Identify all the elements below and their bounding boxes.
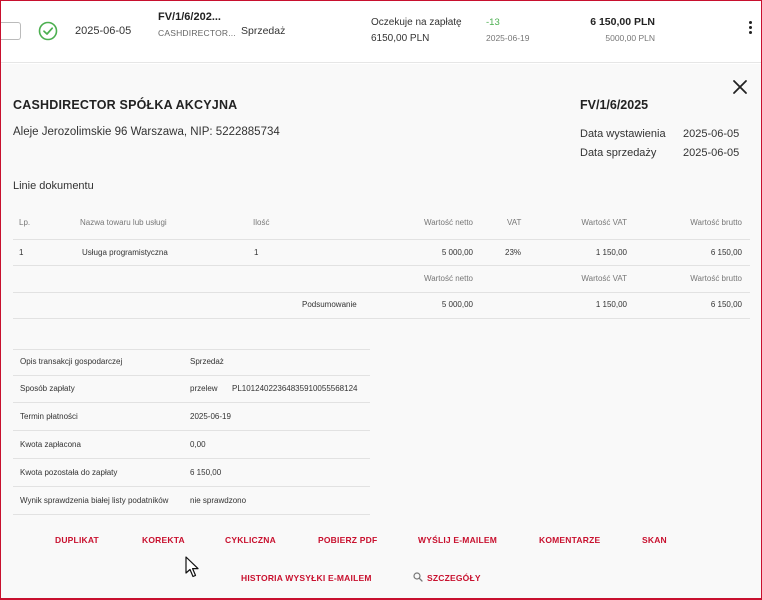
summary-vat-value: 1 150,00 xyxy=(595,300,627,309)
row-gross-amount: 6 150,00 PLN xyxy=(590,16,655,28)
document-lines-title: Linie dokumentu xyxy=(13,180,94,192)
details-button[interactable]: SZCZEGÓŁY xyxy=(413,572,481,583)
row-contractor: CASHDIRECTOR... xyxy=(158,28,236,38)
scan-button[interactable]: SKAN xyxy=(642,535,667,545)
info-label: Termin płatności xyxy=(20,412,78,421)
cell-name: Usługa programistyczna xyxy=(82,248,168,257)
row-days-overdue: -13 xyxy=(486,17,500,28)
seller-address: Aleje Jerozolimskie 96 Warszawa, NIP: 52… xyxy=(13,126,280,138)
col-header-vat-value: Wartość VAT xyxy=(581,218,627,227)
col-header-name: Nazwa towaru lub usługi xyxy=(80,218,167,227)
info-value: 0,00 xyxy=(190,440,206,449)
row-issue-date: 2025-06-05 xyxy=(75,25,132,37)
cell-qty: 1 xyxy=(254,248,259,257)
info-label: Opis transakcji gospodarczej xyxy=(20,357,123,366)
details-button-label: SZCZEGÓŁY xyxy=(427,573,481,583)
sale-date-value: 2025-06-05 xyxy=(683,147,740,159)
info-value: 2025-06-19 xyxy=(190,412,231,421)
row-invoice-number: FV/1/6/202... xyxy=(158,11,221,23)
col-header-qty: Ilość xyxy=(253,218,270,227)
summary-net: 5 000,00 xyxy=(441,300,473,309)
summary-header-gross: Wartość brutto xyxy=(690,274,742,283)
row-net-amount: 5000,00 PLN xyxy=(605,33,655,43)
cell-net: 5 000,00 xyxy=(441,248,473,257)
info-label: Wynik sprawdzenia białej listy podatnikó… xyxy=(20,496,169,505)
row-checkbox[interactable] xyxy=(1,22,21,40)
cell-lp: 1 xyxy=(19,248,24,257)
invoice-details-panel xyxy=(1,64,761,598)
duplicate-button[interactable]: DUPLIKAT xyxy=(55,535,99,545)
summary-gross: 6 150,00 xyxy=(710,300,742,309)
row-payment-status: Oczekuje na zapłatę xyxy=(371,17,462,28)
cell-vat: 23% xyxy=(505,248,522,257)
email-history-button[interactable]: HISTORIA WYSYŁKI E-MAILEM xyxy=(241,573,372,583)
cell-gross: 6 150,00 xyxy=(710,248,742,257)
info-label: Sposób zapłaty xyxy=(20,384,75,393)
cell-vat-value: 1 150,00 xyxy=(595,248,627,257)
col-header-gross: Wartość brutto xyxy=(690,218,742,227)
close-icon[interactable] xyxy=(731,78,749,96)
comments-button[interactable]: KOMENTARZE xyxy=(539,535,600,545)
document-number: FV/1/6/2025 xyxy=(580,98,649,112)
info-value: Sprzedaż xyxy=(190,357,224,366)
row-type: Sprzedaż xyxy=(241,25,286,37)
col-header-lp: Lp. xyxy=(19,218,31,227)
kebab-menu-icon[interactable] xyxy=(745,21,755,43)
summary-label: Podsumowanie xyxy=(302,300,357,309)
search-icon xyxy=(413,572,423,582)
info-label: Kwota pozostała do zapłaty xyxy=(20,468,118,477)
bank-account-number: PL10124022364835910055568124 xyxy=(232,384,358,393)
mouse-cursor-icon xyxy=(185,556,199,578)
invoice-list-row[interactable]: 2025-06-05 FV/1/6/202... CASHDIRECTOR...… xyxy=(1,1,761,63)
col-header-net: Wartość netto xyxy=(423,218,473,227)
recurring-button[interactable]: CYKLICZNA xyxy=(225,535,276,545)
row-due-date: 2025-06-19 xyxy=(486,33,530,43)
send-email-button[interactable]: WYŚLIJ E-MAILEM xyxy=(418,535,497,545)
info-value: przelew xyxy=(190,384,218,393)
summary-header-net: Wartość netto xyxy=(423,274,473,283)
info-value: nie sprawdzono xyxy=(190,496,247,505)
col-header-vat: VAT xyxy=(507,218,522,227)
summary-header-vat-value: Wartość VAT xyxy=(581,274,627,283)
info-value: 6 150,00 xyxy=(190,468,222,477)
download-pdf-button[interactable]: POBIERZ PDF xyxy=(318,535,377,545)
correction-button[interactable]: KOREKTA xyxy=(142,535,185,545)
issue-date-value: 2025-06-05 xyxy=(683,128,740,140)
issue-date-label: Data wystawienia xyxy=(580,128,666,140)
info-label: Kwota zapłacona xyxy=(20,440,81,449)
seller-name: CASHDIRECTOR SPÓŁKA AKCYJNA xyxy=(13,98,238,112)
row-payment-amount: 6150,00 PLN xyxy=(371,33,430,44)
check-circle-icon xyxy=(38,21,58,41)
sale-date-label: Data sprzedaży xyxy=(580,147,657,159)
